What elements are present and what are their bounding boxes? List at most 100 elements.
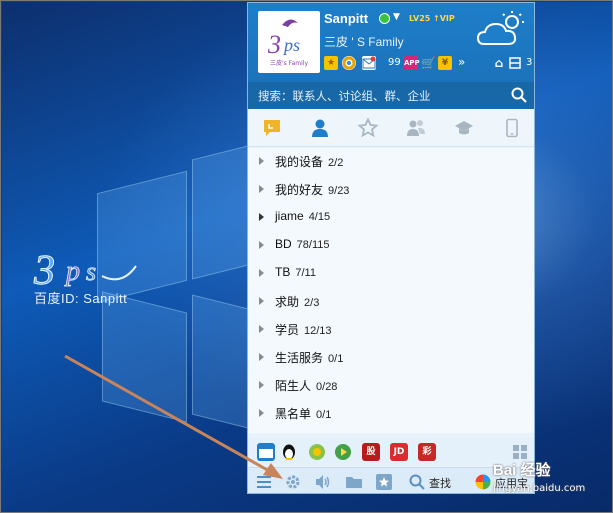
app-store-icon[interactable]	[474, 473, 492, 491]
app-center-icon[interactable]: APP	[404, 56, 420, 70]
group-name: jiame	[275, 209, 304, 223]
expand-arrow-icon	[259, 353, 264, 361]
favorites-star-box-icon[interactable]	[375, 473, 393, 491]
weather-cloud-icon[interactable]	[476, 9, 530, 49]
list-item[interactable]: 学员 12/13	[248, 316, 534, 344]
lottery-app-icon[interactable]: 彩	[418, 443, 436, 461]
home-icon[interactable]: ⌂	[492, 56, 506, 70]
svg-text:3: 3	[267, 30, 281, 59]
list-item[interactable]: 生活服务 0/1	[248, 344, 534, 372]
group-people-icon	[407, 120, 425, 136]
group-name: 求助	[275, 295, 300, 309]
qq-penguin-icon[interactable]	[280, 443, 298, 461]
list-item[interactable]: BD 78/115	[248, 232, 534, 260]
group-count: 78/115	[296, 239, 330, 251]
phone-icon	[506, 118, 518, 138]
file-folder-icon[interactable]	[345, 473, 363, 491]
main-menu-icon[interactable]	[255, 473, 273, 491]
mail-icon[interactable]	[362, 56, 376, 70]
chat-bubble-icon	[264, 120, 280, 136]
group-count: 12/13	[304, 325, 332, 337]
shopping-cart-icon[interactable]: 🛒	[421, 56, 436, 70]
app-manager-icon[interactable]	[508, 56, 522, 70]
group-name: 我的设备	[275, 155, 324, 169]
vip-badge[interactable]: ↑VIP	[431, 13, 457, 25]
game-center-icon[interactable]	[308, 443, 326, 461]
list-item[interactable]: jiame 4/15	[248, 204, 534, 232]
tab-qzone[interactable]	[440, 109, 488, 147]
baidu-watermark: Bai 经验	[493, 462, 551, 479]
watermark-logo-icon: 3 p s	[33, 248, 137, 292]
expand-arrow-icon	[259, 241, 264, 249]
group-count: 9/23	[328, 185, 350, 197]
svg-text:三皮's Family: 三皮's Family	[270, 59, 308, 67]
profile-header: 3 ps 三皮's Family Sanpitt ▼ LV25 ↑VIP 三皮 …	[248, 3, 534, 82]
level-badge[interactable]: LV25	[406, 13, 433, 25]
tab-groups[interactable]	[392, 109, 440, 147]
group-name: BD	[275, 237, 292, 251]
tab-devices[interactable]	[488, 109, 534, 147]
desktop-pane	[192, 144, 252, 280]
svg-text:3: 3	[33, 248, 55, 292]
sound-speaker-icon[interactable]	[314, 473, 332, 491]
online-status-icon[interactable]	[379, 13, 390, 24]
search-input[interactable]: 搜索：联系人、讨论组、群、企业	[258, 88, 431, 104]
svg-text:s: s	[86, 257, 96, 286]
group-name: TB	[275, 265, 291, 279]
tab-contacts[interactable]	[296, 109, 344, 147]
expand-arrow-icon	[259, 213, 264, 221]
more-icons-arrow-icon[interactable]: »	[458, 55, 465, 69]
group-name: 学员	[275, 323, 300, 337]
group-count: 0/1	[328, 353, 344, 365]
expand-arrow-icon	[259, 409, 264, 417]
list-item[interactable]: TB 7/11	[248, 260, 534, 288]
group-count: 2/2	[328, 157, 344, 169]
expand-arrow-icon	[259, 157, 264, 165]
avatar-logo-icon: 3 ps 三皮's Family	[260, 13, 318, 71]
nickname[interactable]: Sanpitt	[324, 11, 368, 26]
group-name: 陌生人	[275, 379, 312, 393]
expand-arrow-icon	[259, 325, 264, 333]
main-tabs	[248, 109, 534, 147]
expand-arrow-icon	[259, 297, 264, 305]
wallet-icon[interactable]: ¥	[438, 56, 452, 70]
mail-count: 99	[388, 57, 401, 68]
baidu-watermark-url: jingyan.baidu.com	[493, 483, 586, 494]
group-count: 0/1	[316, 409, 332, 421]
find-search-icon[interactable]	[408, 473, 426, 491]
settings-gear-icon[interactable]	[284, 473, 302, 491]
contact-group-list: 我的设备 2/2 我的好友 9/23 jiame 4/15 BD 78/115 TB 7/…	[248, 148, 534, 433]
qzone-icon[interactable]	[342, 56, 356, 70]
search-bar[interactable]: 搜索：联系人、讨论组、群、企业	[248, 82, 534, 109]
graduation-cap-icon	[455, 121, 473, 135]
desktop-watermark-text: 百度ID: Sanpitt	[34, 291, 128, 306]
list-item[interactable]: 我的设备 2/2	[248, 148, 534, 176]
tab-favorites[interactable]	[344, 109, 392, 147]
group-name: 黑名单	[275, 407, 312, 421]
group-count: 7/11	[295, 267, 316, 279]
find-button[interactable]: 查找	[429, 475, 451, 491]
list-item[interactable]: 我的好友 9/23	[248, 176, 534, 204]
star-icon	[358, 118, 378, 138]
signature[interactable]: 三皮 ' S Family	[324, 33, 404, 50]
star-level-icon[interactable]: ★	[324, 56, 338, 70]
list-item[interactable]: 陌生人 0/28	[248, 372, 534, 400]
list-item[interactable]: 黑名单 0/1	[248, 400, 534, 428]
app-shortcut-bar: 股 JD 彩	[248, 438, 534, 466]
status-dropdown-icon[interactable]: ▼	[393, 12, 400, 22]
video-play-icon[interactable]	[334, 443, 352, 461]
group-count: 4/15	[308, 211, 331, 223]
expand-arrow-icon	[259, 381, 264, 389]
avatar[interactable]: 3 ps 三皮's Family	[258, 11, 320, 73]
list-item[interactable]: 求助 2/3	[248, 288, 534, 316]
jd-app-icon[interactable]: JD	[390, 443, 408, 461]
qq-browser-icon[interactable]	[257, 443, 275, 461]
group-count: 2/3	[304, 297, 320, 309]
group-name: 生活服务	[275, 351, 324, 365]
qq-main-panel: 3 ps 三皮's Family Sanpitt ▼ LV25 ↑VIP 三皮 …	[247, 2, 535, 494]
stock-app-icon[interactable]: 股	[362, 443, 380, 461]
tab-recent[interactable]	[248, 109, 296, 147]
expand-arrow-icon	[259, 185, 264, 193]
svg-text:ps: ps	[282, 35, 300, 55]
search-icon[interactable]	[511, 87, 527, 103]
